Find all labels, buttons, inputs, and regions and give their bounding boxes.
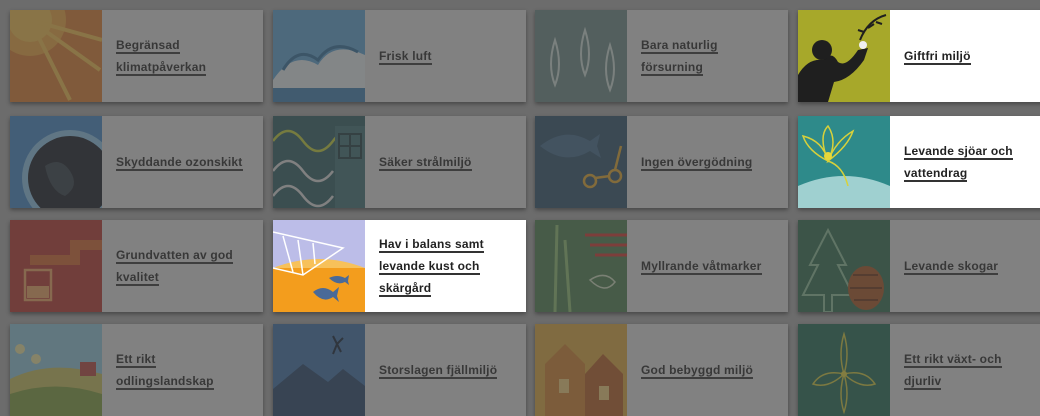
card-levande-sjoar-och-vattendrag[interactable]: Levande sjöar och vattendrag [798, 116, 1040, 208]
raindrops-illustration-icon [535, 10, 627, 102]
card-saker-stralmiljo[interactable]: Säker strålmiljö [273, 116, 526, 208]
card-label: Levande skogar [904, 259, 999, 273]
card-label: Begränsad klimatpåverkan [116, 38, 207, 74]
mountain-sunset-icon [273, 324, 365, 416]
orchid-flower-icon [798, 324, 890, 416]
cloud-illustration-icon [273, 10, 365, 102]
farmland-landscape-icon [10, 324, 102, 416]
boat-and-fish-icon [273, 220, 365, 312]
card-label: Ett rikt växt- och djurliv [904, 352, 1002, 388]
card-label: Frisk luft [379, 49, 432, 63]
sun-illustration-icon [10, 10, 102, 102]
card-label: Ett rikt odlingslandskap [116, 352, 214, 388]
townhouses-icon [535, 324, 627, 416]
forest-tree-icon [798, 220, 890, 312]
card-begransad-klimatpaverkan[interactable]: Begränsad klimatpåverkan [10, 10, 263, 102]
card-grundvatten-av-god-kvalitet[interactable]: Grundvatten av god kvalitet [10, 220, 263, 312]
card-label: Storslagen fjällmiljö [379, 363, 498, 377]
card-bara-naturlig-forsurning[interactable]: Bara naturlig försurning [535, 10, 788, 102]
fish-molecule-icon [535, 116, 627, 208]
card-ett-rikt-odlingslandskap[interactable]: Ett rikt odlingslandskap [10, 324, 263, 416]
card-label: Skyddande ozonskikt [116, 155, 243, 169]
card-label: Hav i balans samt levande kust och skärg… [379, 237, 484, 295]
card-label: Grundvatten av god kvalitet [116, 248, 233, 284]
person-reaching-plant-icon [798, 10, 890, 102]
card-myllrande-vatmarker[interactable]: Myllrande våtmarker [535, 220, 788, 312]
card-ingen-overgodning[interactable]: Ingen övergödning [535, 116, 788, 208]
card-levande-skogar[interactable]: Levande skogar [798, 220, 1040, 312]
card-label: Levande sjöar och vattendrag [904, 144, 1013, 180]
wetland-reeds-icon [535, 220, 627, 312]
card-label: Giftfri miljö [904, 49, 971, 63]
card-label: God bebyggd miljö [641, 363, 754, 377]
card-label: Ingen övergödning [641, 155, 753, 169]
card-label: Bara naturlig försurning [641, 38, 718, 74]
card-ett-rikt-vaxt-och-djurliv[interactable]: Ett rikt växt- och djurliv [798, 324, 1040, 416]
card-frisk-luft[interactable]: Frisk luft [273, 10, 526, 102]
card-storslagen-fjallmiljo[interactable]: Storslagen fjällmiljö [273, 324, 526, 416]
card-label: Myllrande våtmarker [641, 259, 762, 273]
earth-globe-icon [10, 116, 102, 208]
radiation-waves-icon [273, 116, 365, 208]
environmental-goals-grid: Begränsad klimatpåverkan Frisk luft Bara… [0, 0, 1040, 416]
card-god-bebyggd-miljo[interactable]: God bebyggd miljö [535, 324, 788, 416]
water-tap-icon [10, 220, 102, 312]
card-giftfri-miljo[interactable]: Giftfri miljö [798, 10, 1040, 102]
card-label: Säker strålmiljö [379, 155, 472, 169]
card-hav-i-balans[interactable]: Hav i balans samt levande kust och skärg… [273, 220, 526, 312]
water-lily-icon [798, 116, 890, 208]
card-skyddande-ozonskikt[interactable]: Skyddande ozonskikt [10, 116, 263, 208]
